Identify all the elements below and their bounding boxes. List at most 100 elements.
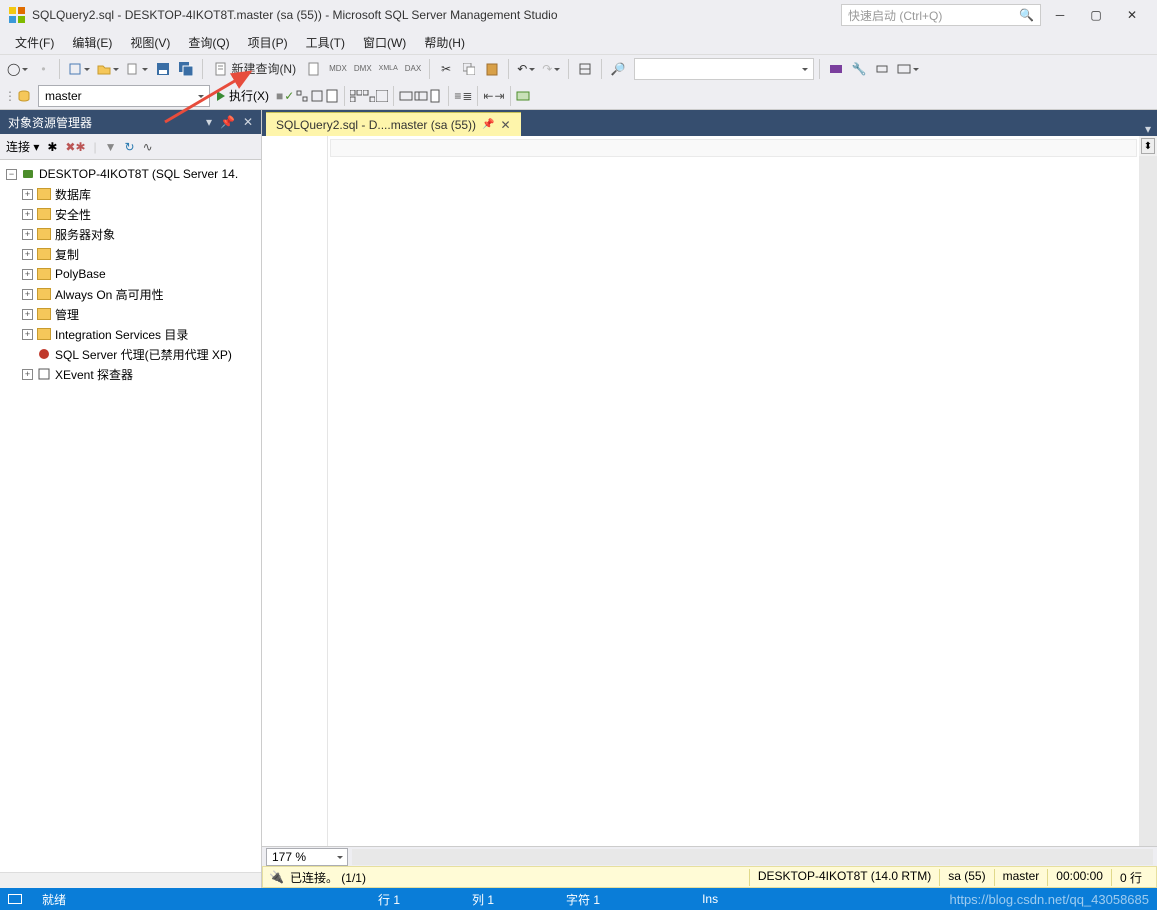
object-explorer-tree[interactable]: − DESKTOP-4IKOT8T (SQL Server 14. +数据库 +… bbox=[0, 160, 261, 872]
wrench-icon[interactable]: 🔧 bbox=[848, 58, 870, 80]
tree-node-polybase[interactable]: +PolyBase bbox=[0, 264, 261, 284]
results-to-file-icon[interactable] bbox=[429, 89, 443, 103]
decrease-indent-icon[interactable]: ⇤ bbox=[483, 89, 493, 103]
expand-icon[interactable]: + bbox=[22, 329, 33, 340]
tab-pin-icon[interactable]: 📌 bbox=[482, 119, 494, 130]
cut-button[interactable]: ✂ bbox=[435, 58, 457, 80]
collapse-icon[interactable]: − bbox=[6, 169, 17, 180]
tree-node-alwayson[interactable]: +Always On 高可用性 bbox=[0, 284, 261, 304]
panel-close-icon[interactable]: ✕ bbox=[243, 115, 253, 129]
tree-node-integration[interactable]: +Integration Services 目录 bbox=[0, 324, 261, 344]
menu-window[interactable]: 窗口(W) bbox=[356, 32, 413, 53]
navigate-forward-button[interactable]: • bbox=[32, 58, 54, 80]
connect-dropdown[interactable]: 连接 ▾ bbox=[6, 138, 39, 155]
results-to-text-icon[interactable] bbox=[399, 89, 413, 103]
tree-server-node[interactable]: − DESKTOP-4IKOT8T (SQL Server 14. bbox=[0, 164, 261, 184]
folder-icon bbox=[37, 268, 51, 280]
expand-icon[interactable]: + bbox=[22, 369, 33, 380]
menu-project[interactable]: 项目(P) bbox=[241, 32, 295, 53]
redo-button[interactable]: ↷ bbox=[539, 58, 563, 80]
menu-edit[interactable]: 编辑(E) bbox=[65, 32, 119, 53]
include-live-stats-icon[interactable] bbox=[376, 90, 388, 102]
expand-icon[interactable]: + bbox=[22, 289, 33, 300]
expand-icon[interactable]: + bbox=[22, 209, 33, 220]
tab-close-icon[interactable]: ✕ bbox=[501, 118, 511, 132]
quick-launch-input[interactable]: 快速启动 (Ctrl+Q) 🔍 bbox=[841, 4, 1041, 26]
status-col: 列 1 bbox=[466, 891, 500, 908]
save-button[interactable] bbox=[152, 58, 174, 80]
mdx-query-icon[interactable]: MDX bbox=[326, 58, 350, 80]
xmla-query-icon[interactable]: XMLA bbox=[376, 58, 401, 80]
editor-vscrollbar[interactable] bbox=[1139, 156, 1157, 846]
expand-icon[interactable]: + bbox=[22, 249, 33, 260]
add-item-button[interactable] bbox=[123, 58, 151, 80]
available-databases-icon[interactable] bbox=[17, 89, 31, 103]
increase-indent-icon[interactable]: ⇥ bbox=[494, 89, 504, 103]
filter-icon[interactable]: ▼ bbox=[105, 140, 117, 154]
comment-icon[interactable]: ≡ bbox=[454, 89, 461, 103]
tree-node-databases[interactable]: +数据库 bbox=[0, 184, 261, 204]
tree-node-xevent[interactable]: +XEvent 探查器 bbox=[0, 364, 261, 384]
menu-query[interactable]: 查询(Q) bbox=[181, 32, 236, 53]
new-project-button[interactable] bbox=[65, 58, 93, 80]
parse-button[interactable]: ✓ bbox=[284, 89, 294, 103]
change-connection-icon[interactable]: ⋮ bbox=[4, 89, 16, 103]
save-all-button[interactable] bbox=[175, 58, 197, 80]
include-plan-icon[interactable] bbox=[363, 90, 375, 102]
find-input[interactable] bbox=[634, 58, 814, 80]
menu-tools[interactable]: 工具(T) bbox=[299, 32, 352, 53]
template-explorer-icon[interactable] bbox=[894, 58, 922, 80]
expand-icon[interactable]: + bbox=[22, 229, 33, 240]
activity-monitor-icon[interactable] bbox=[825, 58, 847, 80]
database-engine-query-icon[interactable] bbox=[303, 58, 325, 80]
split-editor-button[interactable]: ⬍ bbox=[1141, 138, 1155, 154]
tree-node-replication[interactable]: +复制 bbox=[0, 244, 261, 264]
panel-dropdown-icon[interactable]: ▾ bbox=[206, 115, 212, 129]
paste-button[interactable] bbox=[481, 58, 503, 80]
tree-node-management[interactable]: +管理 bbox=[0, 304, 261, 324]
execute-button[interactable]: 执行(X) bbox=[211, 85, 275, 107]
query-options-icon[interactable] bbox=[310, 89, 324, 103]
tabs-dropdown-icon[interactable]: ▾ bbox=[1139, 122, 1157, 136]
tree-node-agent[interactable]: SQL Server 代理(已禁用代理 XP) bbox=[0, 344, 261, 364]
menu-help[interactable]: 帮助(H) bbox=[417, 32, 472, 53]
specify-values-icon[interactable] bbox=[516, 89, 530, 103]
disconnect-icon[interactable]: ✱ bbox=[47, 140, 57, 154]
registered-servers-icon[interactable] bbox=[871, 58, 893, 80]
expand-icon[interactable]: + bbox=[22, 189, 33, 200]
intellisense-icon[interactable] bbox=[325, 89, 339, 103]
results-to-grid-icon[interactable] bbox=[414, 89, 428, 103]
tree-node-security[interactable]: +安全性 bbox=[0, 204, 261, 224]
expand-icon[interactable]: + bbox=[22, 309, 33, 320]
undo-button[interactable]: ↶ bbox=[514, 58, 538, 80]
menu-file[interactable]: 文件(F) bbox=[8, 32, 61, 53]
close-button[interactable]: ✕ bbox=[1115, 3, 1149, 27]
document-tab-active[interactable]: SQLQuery2.sql - D....master (sa (55)) 📌 … bbox=[266, 112, 521, 136]
new-query-button[interactable]: 新建查询(N) bbox=[208, 58, 302, 80]
find-button[interactable]: 🔎 bbox=[607, 58, 629, 80]
panel-pin-icon[interactable]: 📌 bbox=[220, 115, 235, 129]
database-select[interactable]: master bbox=[38, 85, 210, 107]
dax-query-icon[interactable]: DAX bbox=[402, 58, 424, 80]
debug-button[interactable]: ■ bbox=[276, 89, 283, 103]
sql-editor[interactable] bbox=[328, 136, 1139, 846]
include-stats-icon[interactable] bbox=[350, 90, 362, 102]
minimize-button[interactable]: ─ bbox=[1043, 3, 1077, 27]
maximize-button[interactable]: ▢ bbox=[1079, 3, 1113, 27]
open-file-button[interactable] bbox=[94, 58, 122, 80]
editor-hscrollbar[interactable] bbox=[352, 849, 1153, 865]
uncomment-icon[interactable]: ≣ bbox=[462, 89, 472, 103]
refresh-icon[interactable]: ↻ bbox=[125, 140, 135, 154]
sync-icon[interactable]: ∿ bbox=[143, 140, 153, 154]
menu-view[interactable]: 视图(V) bbox=[123, 32, 177, 53]
navigate-back-button[interactable]: ◯ bbox=[4, 58, 31, 80]
stop-icon[interactable]: ✖✱ bbox=[65, 140, 85, 154]
dmx-query-icon[interactable]: DMX bbox=[351, 58, 375, 80]
zoom-select[interactable]: 177 % bbox=[266, 848, 348, 866]
copy-button[interactable] bbox=[458, 58, 480, 80]
expand-icon[interactable]: + bbox=[22, 269, 33, 280]
tree-node-server-objects[interactable]: +服务器对象 bbox=[0, 224, 261, 244]
properties-button[interactable] bbox=[574, 58, 596, 80]
sidebar-hscrollbar[interactable] bbox=[0, 872, 261, 888]
display-plan-icon[interactable] bbox=[295, 89, 309, 103]
